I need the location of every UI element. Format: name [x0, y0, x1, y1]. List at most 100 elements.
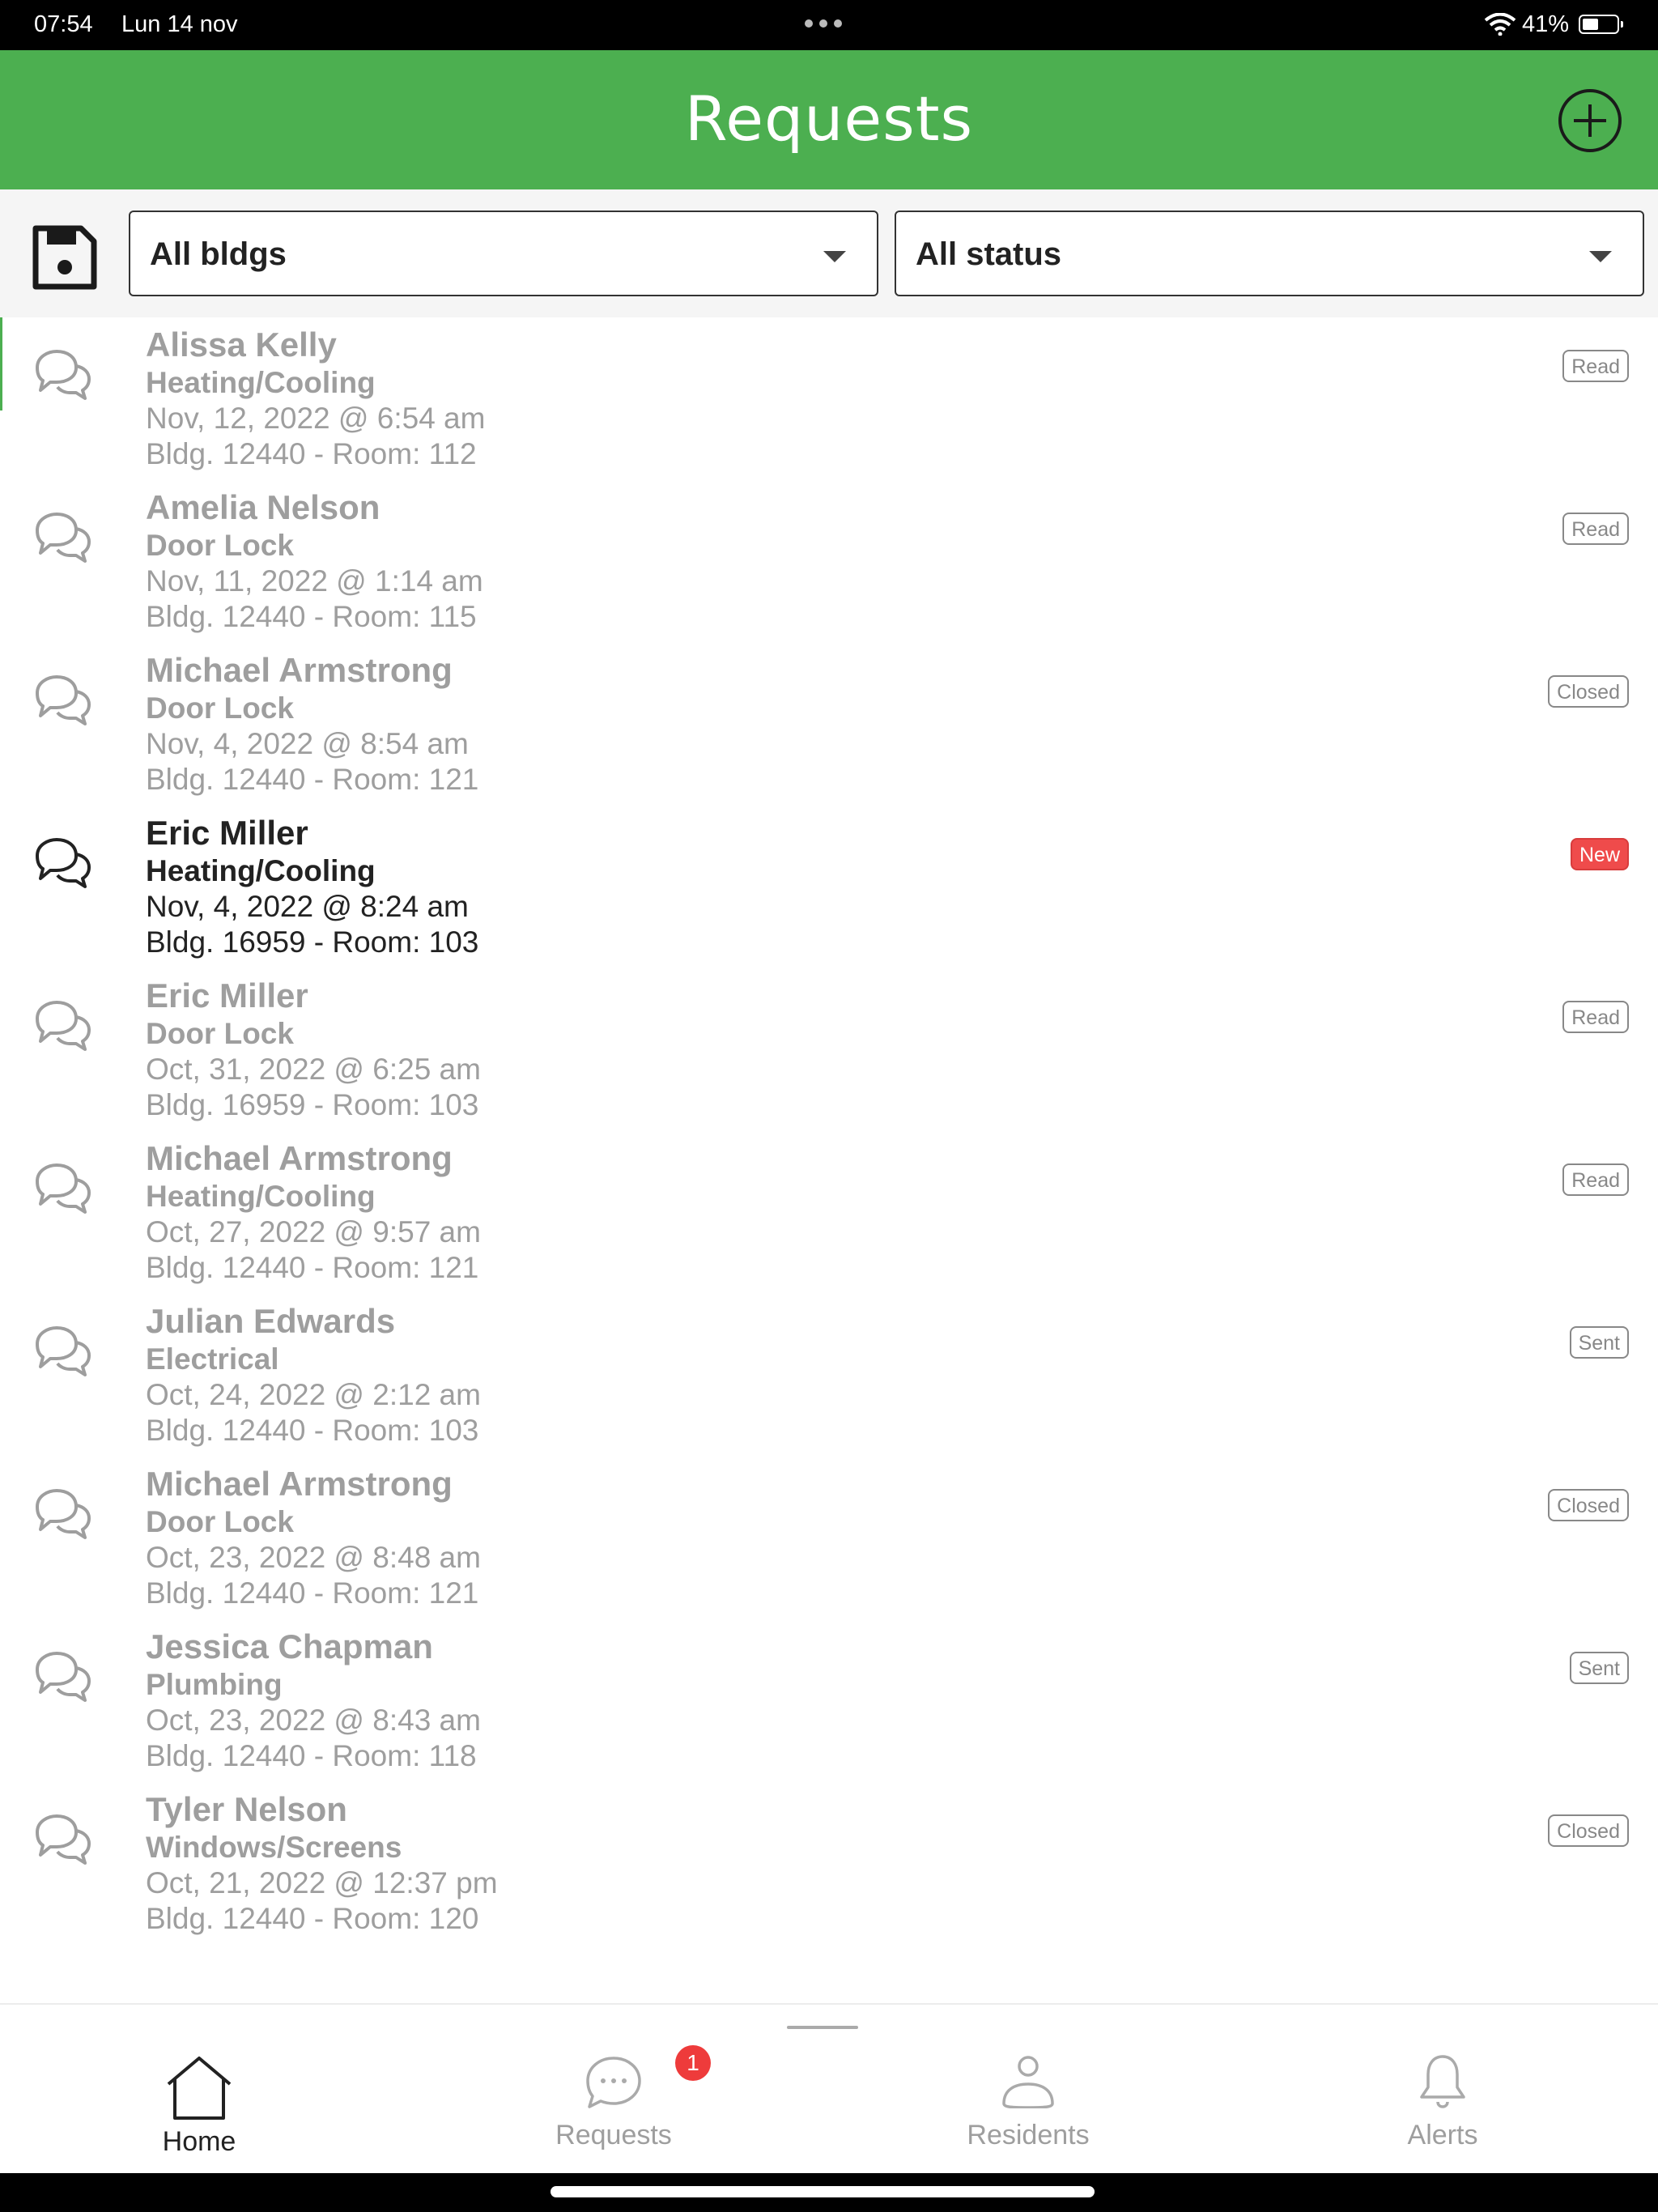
- request-resident-name: Jessica Chapman: [146, 1627, 433, 1665]
- request-resident-name: Julian Edwards: [146, 1302, 396, 1340]
- chat-bubble-icon: [586, 2057, 641, 2108]
- request-category: Heating/Cooling: [146, 366, 376, 399]
- save-icon[interactable]: [31, 223, 99, 291]
- request-list-item[interactable]: Michael Armstrong Door Lock Oct, 23, 202…: [0, 1457, 1658, 1619]
- request-category: Door Lock: [146, 1505, 294, 1538]
- page-title: Requests: [684, 83, 974, 155]
- request-date: Nov, 4, 2022 @ 8:54 am: [146, 727, 469, 760]
- wifi-icon: [1484, 13, 1516, 36]
- request-category: Electrical: [146, 1342, 279, 1376]
- chevron-down-icon: [1589, 251, 1612, 262]
- status-badge: Closed: [1548, 675, 1629, 708]
- request-category: Door Lock: [146, 1017, 294, 1050]
- request-list-item[interactable]: Jessica Chapman Plumbing Oct, 23, 2022 @…: [0, 1619, 1658, 1782]
- request-list-item[interactable]: Julian Edwards Electrical Oct, 24, 2022 …: [0, 1294, 1658, 1457]
- request-date: Nov, 11, 2022 @ 1:14 am: [146, 564, 483, 598]
- chat-bubbles-icon: [36, 1001, 91, 1051]
- drag-handle[interactable]: [787, 2026, 858, 2029]
- request-resident-name: Michael Armstrong: [146, 1465, 453, 1503]
- status-badge: Read: [1562, 513, 1629, 545]
- tab-residents-label: Residents: [967, 2120, 1090, 2150]
- status-badge: Sent: [1569, 1652, 1629, 1684]
- request-category: Windows/Screens: [146, 1831, 402, 1864]
- status-badge: Read: [1562, 1001, 1629, 1033]
- add-request-button[interactable]: [1556, 87, 1624, 155]
- request-resident-name: Amelia Nelson: [146, 488, 380, 526]
- request-category: Heating/Cooling: [146, 1180, 376, 1213]
- request-resident-name: Eric Miller: [146, 976, 308, 1015]
- request-location: Bldg. 12440 - Room: 121: [146, 1251, 479, 1284]
- request-category: Heating/Cooling: [146, 854, 376, 887]
- request-category: Door Lock: [146, 691, 294, 725]
- status-badge: Read: [1562, 350, 1629, 382]
- status-date: Lun 14 nov: [121, 11, 238, 37]
- request-location: Bldg. 16959 - Room: 103: [146, 1088, 479, 1121]
- request-list-item[interactable]: Eric Miller Door Lock Oct, 31, 2022 @ 6:…: [0, 968, 1658, 1131]
- home-indicator[interactable]: [551, 2186, 1095, 2197]
- request-list-item[interactable]: Amelia Nelson Door Lock Nov, 11, 2022 @ …: [0, 480, 1658, 643]
- chat-bubbles-icon: [36, 513, 91, 563]
- request-date: Oct, 31, 2022 @ 6:25 am: [146, 1053, 481, 1086]
- chevron-down-icon: [823, 251, 846, 262]
- request-location: Bldg. 12440 - Room: 118: [146, 1739, 477, 1772]
- battery-icon: [1579, 15, 1623, 34]
- chat-bubbles-icon: [36, 1489, 91, 1539]
- request-resident-name: Eric Miller: [146, 814, 308, 852]
- chat-bubbles-icon: [36, 1163, 91, 1214]
- tab-alerts-label: Alerts: [1407, 2120, 1478, 2150]
- request-category: Plumbing: [146, 1668, 283, 1701]
- request-date: Oct, 23, 2022 @ 8:43 am: [146, 1704, 481, 1737]
- person-icon: [1002, 2056, 1054, 2108]
- request-date: Nov, 12, 2022 @ 6:54 am: [146, 402, 486, 435]
- bottom-tab-bar: Home 1 Requests Residents Alerts: [0, 2003, 1658, 2175]
- request-list-item[interactable]: Alissa Kelly Heating/Cooling Nov, 12, 20…: [0, 317, 1658, 480]
- status-filter-select[interactable]: All status: [895, 211, 1644, 296]
- chat-bubbles-icon: [36, 1652, 91, 1702]
- bell-icon: [1420, 2055, 1465, 2108]
- chat-bubbles-icon: [36, 675, 91, 725]
- multitasking-dots[interactable]: [805, 19, 842, 28]
- request-location: Bldg. 12440 - Room: 121: [146, 1576, 479, 1610]
- chat-bubbles-icon: [36, 838, 91, 888]
- request-location: Bldg. 16959 - Room: 103: [146, 925, 479, 959]
- request-location: Bldg. 12440 - Room: 103: [146, 1414, 479, 1447]
- status-bar: 07:54 Lun 14 nov 41%: [0, 0, 1658, 50]
- status-time: 07:54: [34, 11, 93, 37]
- home-icon: [167, 2057, 232, 2120]
- request-location: Bldg. 12440 - Room: 112: [146, 437, 477, 470]
- status-badge: Closed: [1548, 1489, 1629, 1521]
- tab-residents[interactable]: Residents: [907, 2005, 1150, 2167]
- request-date: Oct, 24, 2022 @ 2:12 am: [146, 1378, 481, 1411]
- request-resident-name: Alissa Kelly: [146, 325, 337, 364]
- tab-home[interactable]: Home: [78, 2005, 321, 2167]
- request-location: Bldg. 12440 - Room: 115: [146, 600, 477, 633]
- tab-home-label: Home: [162, 2126, 236, 2157]
- tab-alerts[interactable]: Alerts: [1321, 2005, 1564, 2167]
- request-list-item[interactable]: Tyler Nelson Windows/Screens Oct, 21, 20…: [0, 1782, 1658, 1945]
- request-date: Oct, 27, 2022 @ 9:57 am: [146, 1215, 481, 1249]
- request-resident-name: Michael Armstrong: [146, 1139, 453, 1177]
- chat-bubbles-icon: [36, 1814, 91, 1865]
- request-list-item[interactable]: Michael Armstrong Heating/Cooling Oct, 2…: [0, 1131, 1658, 1294]
- status-badge: Closed: [1548, 1814, 1629, 1847]
- building-filter-select[interactable]: All bldgs: [129, 211, 878, 296]
- request-list: Alissa Kelly Heating/Cooling Nov, 12, 20…: [0, 317, 1658, 1950]
- tab-requests[interactable]: 1 Requests: [492, 2005, 735, 2167]
- request-resident-name: Michael Armstrong: [146, 651, 453, 689]
- chat-bubbles-icon: [36, 1326, 91, 1376]
- request-category: Door Lock: [146, 529, 294, 562]
- request-location: Bldg. 12440 - Room: 120: [146, 1902, 479, 1935]
- request-list-item[interactable]: Eric Miller Heating/Cooling Nov, 4, 2022…: [0, 806, 1658, 968]
- battery-percent: 41%: [1522, 11, 1570, 37]
- status-badge: Read: [1562, 1163, 1629, 1196]
- app-header: Requests: [0, 50, 1658, 189]
- building-filter-value: All bldgs: [150, 236, 287, 272]
- requests-notification-badge: 1: [675, 2045, 711, 2081]
- filter-bar: All bldgs All status: [0, 189, 1658, 317]
- request-date: Oct, 21, 2022 @ 12:37 pm: [146, 1866, 498, 1899]
- request-resident-name: Tyler Nelson: [146, 1790, 347, 1828]
- request-location: Bldg. 12440 - Room: 121: [146, 763, 479, 796]
- status-badge: New: [1570, 838, 1629, 870]
- request-list-item[interactable]: Michael Armstrong Door Lock Nov, 4, 2022…: [0, 643, 1658, 806]
- status-filter-value: All status: [916, 236, 1062, 272]
